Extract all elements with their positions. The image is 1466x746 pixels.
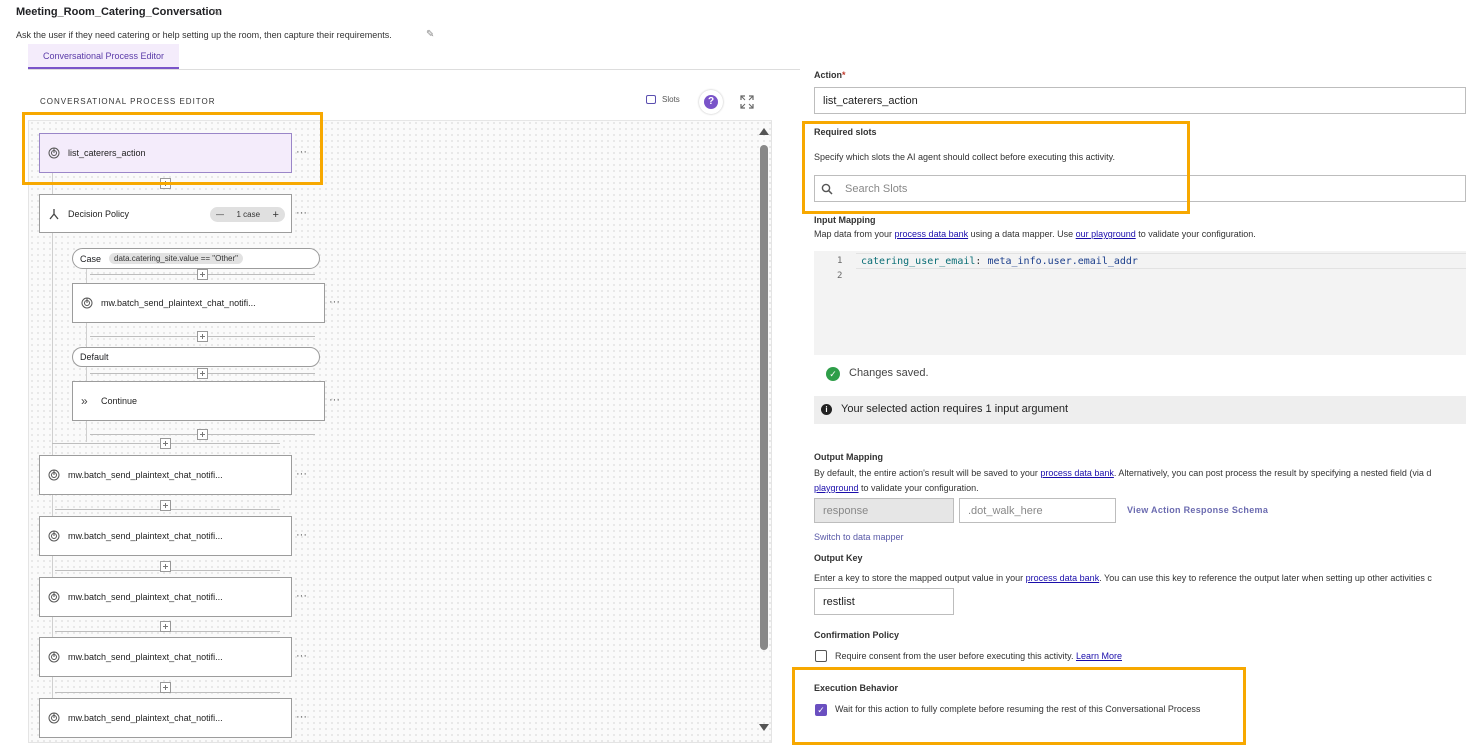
more-options-icon[interactable]: ···: [296, 711, 307, 723]
confirmation-policy-label: Confirmation Policy: [814, 630, 900, 640]
playground-link[interactable]: our playground: [1076, 229, 1136, 239]
output-mapping-label: Output Mapping: [814, 452, 883, 462]
input-mapping-label: Input Mapping: [814, 215, 876, 225]
activity-node-case-notification[interactable]: mw.batch_send_plaintext_chat_notifi...: [72, 283, 325, 323]
action-icon: [48, 530, 60, 542]
activity-node-notification[interactable]: mw.batch_send_plaintext_chat_notifi...: [39, 637, 292, 677]
more-options-icon[interactable]: ···: [296, 529, 307, 541]
line-number: 2: [837, 271, 843, 281]
switch-to-data-mapper-link[interactable]: Switch to data mapper: [814, 532, 904, 542]
saved-status: Changes saved.: [849, 367, 929, 379]
info-message: Your selected action requires 1 input ar…: [841, 403, 1069, 415]
playground-link[interactable]: playground: [814, 483, 859, 493]
add-step-button[interactable]: [160, 682, 171, 693]
case-condition: data.catering_site.value == "Other": [109, 253, 243, 264]
remove-case-icon[interactable]: —: [216, 210, 224, 219]
expand-icon[interactable]: [740, 95, 754, 109]
node-label: mw.batch_send_plaintext_chat_notifi...: [68, 713, 223, 723]
scroll-up-arrow[interactable]: [759, 128, 769, 135]
add-step-button[interactable]: [160, 621, 171, 632]
node-label: mw.batch_send_plaintext_chat_notifi...: [68, 470, 223, 480]
process-data-bank-link[interactable]: process data bank: [1040, 468, 1114, 478]
scroll-down-arrow[interactable]: [759, 724, 769, 731]
branch-icon: [49, 208, 59, 219]
add-step-button[interactable]: [197, 368, 208, 379]
slots-label: Slots: [662, 95, 680, 104]
activity-node-notification[interactable]: mw.batch_send_plaintext_chat_notifi...: [39, 577, 292, 617]
process-title: Meeting_Room_Catering_Conversation: [16, 6, 222, 18]
add-step-button[interactable]: [197, 331, 208, 342]
output-key-help: Enter a key to store the mapped output v…: [814, 573, 1432, 583]
activity-node-notification[interactable]: mw.batch_send_plaintext_chat_notifi...: [39, 455, 292, 495]
more-options-icon[interactable]: ···: [329, 296, 340, 308]
case-label: Case: [80, 253, 102, 264]
consent-checkbox-label: Require consent from the user before exe…: [835, 651, 1122, 661]
node-label: Continue: [101, 396, 138, 406]
edit-description-pencil-icon[interactable]: ✎: [426, 29, 434, 40]
response-field: response: [814, 498, 954, 523]
add-step-button[interactable]: [160, 561, 171, 572]
canvas-scrollbar[interactable]: [760, 145, 768, 650]
highlight-box: [792, 667, 1246, 745]
more-options-icon[interactable]: ···: [329, 394, 340, 406]
editor-title: CONVERSATIONAL PROCESS EDITOR: [40, 97, 216, 106]
node-label: mw.batch_send_plaintext_chat_notifi...: [68, 652, 223, 662]
more-options-icon[interactable]: ···: [296, 468, 307, 480]
add-step-button[interactable]: [197, 269, 208, 280]
more-options-icon[interactable]: ···: [296, 590, 307, 602]
default-label: Default: [80, 352, 109, 362]
slots-button[interactable]: Slots: [646, 95, 680, 104]
slots-icon: [646, 95, 656, 104]
success-check-icon: ✓: [826, 367, 840, 381]
node-label: mw.batch_send_plaintext_chat_notifi...: [101, 298, 256, 308]
case-count: 1 case: [236, 210, 261, 219]
activity-node-notification[interactable]: mw.batch_send_plaintext_chat_notifi...: [39, 698, 292, 738]
action-icon: [48, 469, 60, 481]
action-label: Action*: [814, 70, 846, 80]
output-mapping-help-2: playground to validate your configuratio…: [814, 483, 979, 493]
case-pill[interactable]: Case data.catering_site.value == "Other": [72, 248, 320, 269]
process-data-bank-link[interactable]: process data bank: [1026, 573, 1100, 583]
tab-conversational-process-editor[interactable]: Conversational Process Editor: [28, 44, 179, 69]
output-key-input[interactable]: restlist: [814, 588, 954, 615]
output-key-label: Output Key: [814, 553, 863, 563]
add-step-button[interactable]: [160, 438, 171, 449]
input-mapping-help: Map data from your process data bank usi…: [814, 229, 1256, 239]
activity-node-notification[interactable]: mw.batch_send_plaintext_chat_notifi...: [39, 516, 292, 556]
continue-chevrons-icon: »: [81, 394, 88, 408]
info-icon: i: [821, 404, 832, 415]
help-icon: ?: [704, 95, 718, 109]
code-line: catering_user_email: meta_info.user.emai…: [861, 256, 1138, 267]
learn-more-link[interactable]: Learn More: [1076, 651, 1122, 661]
more-options-icon[interactable]: ···: [296, 207, 307, 219]
add-case-icon[interactable]: +: [273, 209, 279, 221]
highlight-box: [802, 121, 1190, 214]
line-number: 1: [837, 256, 843, 266]
help-button[interactable]: ?: [699, 90, 723, 114]
edit-title-pencil-icon[interactable]: ✎: [212, 8, 220, 19]
highlight-box: [22, 112, 323, 185]
add-step-button[interactable]: [197, 429, 208, 440]
node-label: mw.batch_send_plaintext_chat_notifi...: [68, 592, 223, 602]
node-label: Decision Policy: [68, 208, 130, 219]
output-mapping-help: By default, the entire action's result w…: [814, 468, 1432, 478]
view-schema-link[interactable]: View Action Response Schema: [1127, 505, 1268, 515]
add-step-button[interactable]: [160, 500, 171, 511]
case-counter: — 1 case +: [210, 207, 285, 222]
action-icon: [81, 297, 93, 309]
process-data-bank-link[interactable]: process data bank: [895, 229, 969, 239]
node-label: mw.batch_send_plaintext_chat_notifi...: [68, 531, 223, 541]
action-icon: [48, 591, 60, 603]
tab-divider: [28, 69, 800, 70]
process-description: Ask the user if they need catering or he…: [16, 30, 392, 40]
action-icon: [48, 651, 60, 663]
dot-walk-input[interactable]: .dot_walk_here: [959, 498, 1116, 523]
continue-node[interactable]: » Continue: [72, 381, 325, 421]
consent-checkbox[interactable]: [815, 650, 827, 662]
default-pill[interactable]: Default: [72, 347, 320, 367]
action-select[interactable]: list_caterers_action: [814, 87, 1466, 114]
more-options-icon[interactable]: ···: [296, 650, 307, 662]
action-icon: [48, 712, 60, 724]
